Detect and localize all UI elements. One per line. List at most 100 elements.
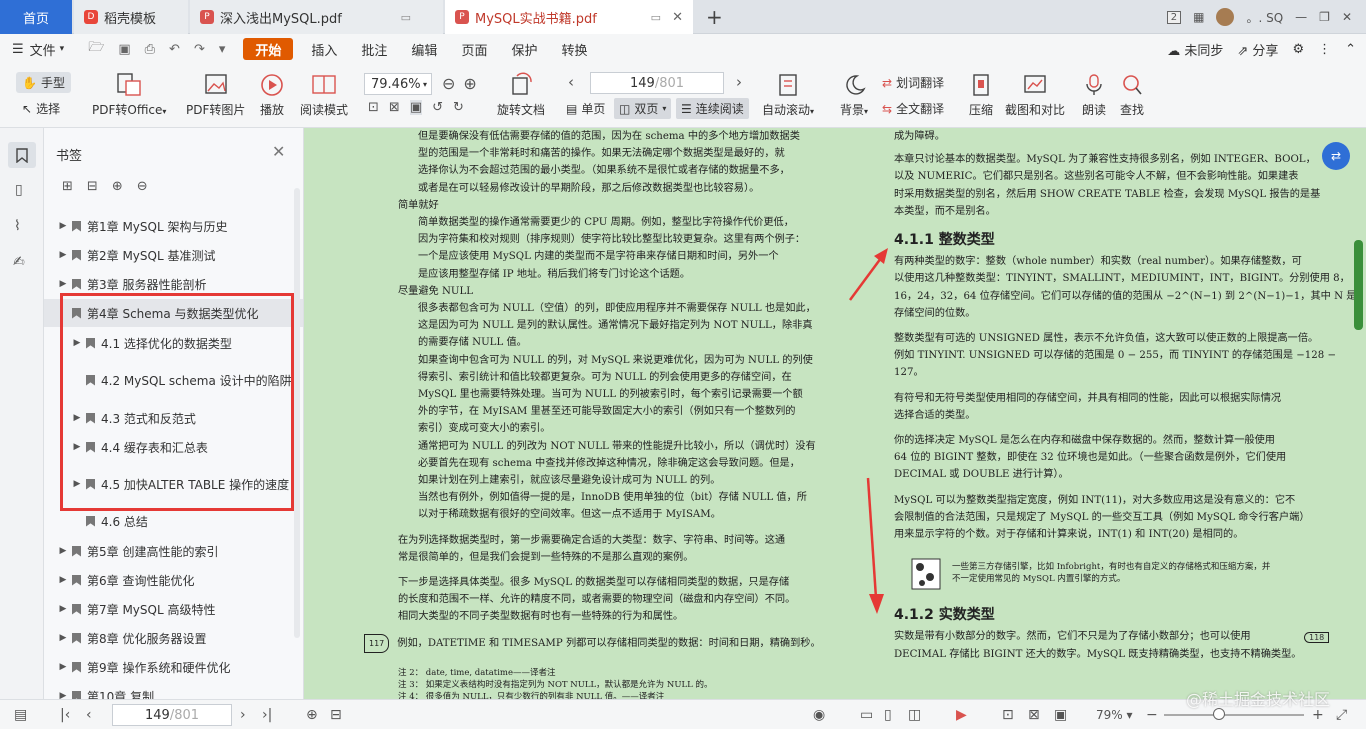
add-page-icon[interactable]: ⊕	[306, 707, 318, 723]
bookmark-item[interactable]: ▶ 4.3 范式和反范式	[44, 404, 303, 432]
page-view-icon[interactable]: ▯	[884, 707, 892, 723]
compress-button[interactable]: 压缩	[967, 72, 995, 118]
bookmark-item[interactable]: ▶ 第6章 查询性能优化	[44, 566, 303, 594]
bookmark-item[interactable]: ▶ 4.4 缓存表和汇总表	[44, 433, 303, 461]
actual-size-icon[interactable]: ⊡	[1002, 707, 1014, 723]
expand-arrow-icon[interactable]: ▶	[58, 221, 68, 231]
prev-page-icon[interactable]: ‹	[86, 707, 92, 723]
fullscreen-icon[interactable]: ⤢	[1336, 707, 1347, 723]
zoom-slider[interactable]	[1164, 714, 1304, 716]
tab-mysql-intro-pdf[interactable]: P 深入浅出MySQL.pdf ▭	[190, 0, 443, 34]
pdf-to-image-button[interactable]: PDF转图片	[186, 72, 245, 118]
floating-convert-button[interactable]: ⇄	[1322, 142, 1350, 170]
read-mode-button[interactable]: 阅读模式	[300, 72, 348, 118]
double-view-icon[interactable]: ◫	[908, 707, 921, 723]
pdf-to-office-button[interactable]: PDF转Office▾	[92, 72, 166, 118]
fit-page-icon[interactable]: ▣	[409, 100, 423, 115]
bookmark-item[interactable]: ▶ 第7章 MySQL 高级特性	[44, 595, 303, 623]
print-icon[interactable]: ⎙	[145, 42, 155, 57]
expand-arrow-icon[interactable]: ▶	[58, 279, 68, 289]
bookmark-item[interactable]: 4.6 总结	[44, 507, 303, 535]
more-icon[interactable]: ⋮	[1318, 42, 1331, 57]
menu-protect[interactable]: 保护	[499, 38, 549, 60]
fit-width-icon[interactable]: ⊠	[389, 100, 400, 115]
open-folder-icon[interactable]: 🗁	[88, 38, 104, 60]
fit-page-icon[interactable]: ⊠	[1028, 707, 1040, 723]
zoom-level[interactable]: 79% ▾	[1096, 708, 1133, 722]
bookmark-item[interactable]: ▶ 4.5 加快ALTER TABLE 操作的速度	[44, 470, 303, 498]
thumbnail-icon[interactable]: ▯	[15, 182, 23, 198]
zoom-out-icon[interactable]: −	[1146, 707, 1158, 723]
page-number-input[interactable]: 149/801	[590, 72, 724, 94]
bookmark-item[interactable]: ▶ 第8章 优化服务器设置	[44, 624, 303, 652]
expand-arrow-icon[interactable]: ▶	[72, 442, 82, 452]
hand-tool[interactable]: ✋ 手型	[16, 72, 71, 93]
bookmark-item[interactable]: ▶ 第3章 服务器性能剖析	[44, 270, 303, 298]
fit-width-icon[interactable]: ▣	[1054, 707, 1067, 723]
signature-icon[interactable]: ✍	[13, 254, 25, 270]
select-tool[interactable]: ↖ 选择	[22, 100, 60, 117]
chevron-down-icon[interactable]: ▾	[219, 42, 226, 57]
last-page-icon[interactable]: ›|	[262, 707, 272, 723]
user-name[interactable]: 。. SQ	[1246, 9, 1283, 26]
restore-icon[interactable]: ❐	[1319, 10, 1330, 24]
screen-icon[interactable]: ▭	[651, 11, 661, 24]
close-window-icon[interactable]: ✕	[1342, 10, 1352, 24]
expand-arrow-icon[interactable]: ▶	[58, 633, 68, 643]
undo-icon[interactable]: ↶	[169, 42, 180, 57]
redo-icon[interactable]: ↷	[194, 42, 205, 57]
sync-status[interactable]: ☁ 未同步	[1167, 40, 1223, 59]
collapse-icon[interactable]: ⌃	[1345, 42, 1356, 57]
file-menu[interactable]: ☰ 文件 ▾	[0, 38, 76, 60]
single-page-button[interactable]: ▤ 单页	[566, 100, 605, 117]
screen-icon[interactable]: ▭	[401, 11, 411, 24]
next-page-icon[interactable]: ›	[240, 707, 246, 723]
full-translate-button[interactable]: ⇆ 全文翻译	[882, 100, 944, 117]
zoom-select[interactable]: 79.46% ▾	[364, 73, 432, 95]
eye-protect-icon[interactable]: ◉	[813, 707, 825, 723]
export-page-icon[interactable]: ⊟	[330, 707, 342, 723]
bookmark-item[interactable]: ▶ 第9章 操作系统和硬件优化	[44, 653, 303, 681]
auto-scroll-button[interactable]: 自动滚动▾	[762, 72, 814, 118]
close-tab-icon[interactable]: ✕	[672, 10, 683, 25]
share-button[interactable]: ⇗ 分享	[1237, 40, 1278, 59]
next-page-icon[interactable]: ›	[736, 73, 742, 91]
word-translate-button[interactable]: ⇄ 划词翻译	[882, 74, 944, 91]
grid-icon[interactable]: ▦	[1193, 10, 1204, 24]
play-button[interactable]: 播放	[258, 72, 286, 118]
add-bookmark-icon[interactable]: ⊕	[112, 179, 123, 194]
background-button[interactable]: 背景▾	[840, 72, 868, 118]
continuous-read-button[interactable]: ☰ 连续阅读	[676, 98, 749, 119]
bookmark-item[interactable]: 第4章 Schema 与数据类型优化	[44, 299, 303, 327]
menu-start[interactable]: 开始	[243, 38, 294, 60]
settings-icon[interactable]: ⚙	[1292, 42, 1304, 57]
close-panel-icon[interactable]: ✕	[272, 142, 285, 161]
menu-insert[interactable]: 插入	[299, 38, 349, 60]
remove-bookmark-icon[interactable]: ⊖	[137, 179, 148, 194]
sidebar-toggle-icon[interactable]: ▤	[14, 707, 27, 723]
rotate-right-icon[interactable]: ↻	[453, 100, 464, 115]
expand-arrow-icon[interactable]: ▶	[58, 575, 68, 585]
prev-page-icon[interactable]: ‹	[568, 73, 574, 91]
attachment-icon[interactable]: ⌇	[14, 218, 21, 234]
read-aloud-button[interactable]: 朗读	[1080, 72, 1108, 118]
panel-scrollbar[interactable]	[294, 188, 300, 638]
zoom-in-icon[interactable]: ⊕	[463, 74, 476, 93]
expand-arrow-icon[interactable]: ▶	[58, 604, 68, 614]
expand-arrow-icon[interactable]: ▶	[72, 479, 82, 489]
minimize-icon[interactable]: —	[1295, 10, 1307, 24]
screenshot-compare-button[interactable]: 截图和对比	[1005, 72, 1065, 118]
status-page-input[interactable]: 149/801	[112, 704, 232, 726]
first-page-icon[interactable]: |‹	[60, 707, 70, 723]
menu-convert[interactable]: 转换	[549, 38, 599, 60]
expand-arrow-icon[interactable]: ▶	[58, 250, 68, 260]
expand-arrow-icon[interactable]: ▶	[72, 338, 82, 348]
actual-size-icon[interactable]: ⊡	[368, 100, 379, 115]
bookmark-panel-icon[interactable]	[8, 142, 36, 168]
window-count-badge[interactable]: 2	[1166, 10, 1182, 24]
expand-arrow-icon[interactable]: ▶	[58, 662, 68, 672]
expand-arrow-icon[interactable]: ▶	[58, 691, 68, 699]
tab-mysql-practice-pdf[interactable]: P MySQL实战书籍.pdf ▭ ✕	[445, 0, 693, 34]
rotate-left-icon[interactable]: ↺	[432, 100, 443, 115]
collapse-all-icon[interactable]: ⊟	[87, 179, 98, 194]
